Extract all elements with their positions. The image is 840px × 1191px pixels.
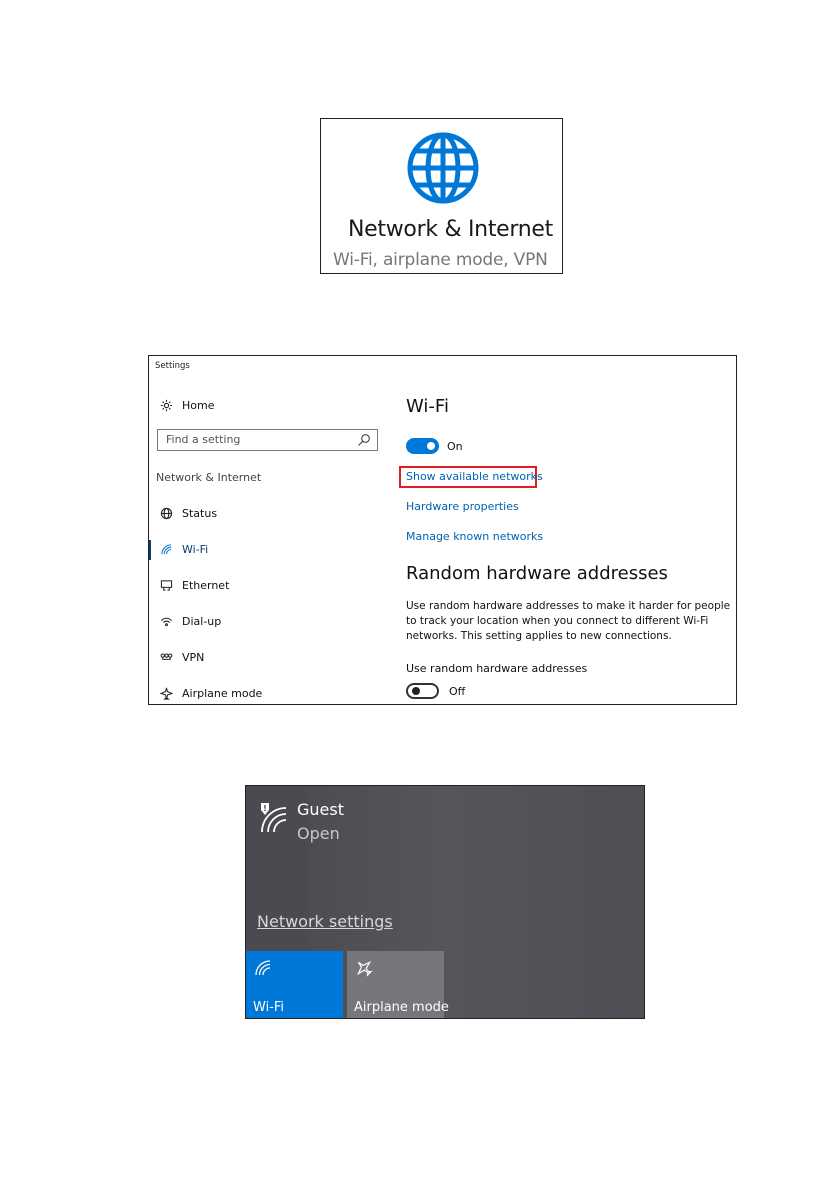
sidebar-item-label: Status (182, 506, 218, 520)
sidebar-item-label: Dial-up (182, 614, 222, 628)
sidebar-item-wifi[interactable]: Wi-Fi (159, 542, 208, 556)
hardware-properties-link[interactable]: Hardware properties (406, 500, 519, 513)
sidebar-item-label: Airplane mode (182, 686, 263, 700)
search-placeholder: Find a setting (166, 433, 241, 446)
home-nav[interactable]: Home (159, 398, 214, 412)
dialup-icon (159, 614, 173, 628)
section-description: Use random hardware addresses to make it… (406, 600, 731, 642)
ethernet-icon (159, 578, 173, 592)
airplane-mode-quick-tile[interactable]: Airplane mode (347, 951, 449, 1018)
active-indicator (149, 540, 151, 560)
sidebar-item-dialup[interactable]: Dial-up (159, 614, 221, 628)
sidebar-item-airplane[interactable]: Airplane mode (159, 686, 262, 700)
wifi-icon (255, 960, 271, 976)
sidebar-item-label: Ethernet (182, 578, 230, 592)
random-address-toggle-label: Off (449, 685, 466, 698)
network-flyout: ! Guest Open Network settings Wi-Fi Airp… (245, 785, 645, 1019)
network-internet-tile[interactable]: Network & Internet Wi-Fi, airplane mode,… (320, 118, 563, 274)
gear-icon (159, 398, 173, 412)
tile-title: Network & Internet (348, 217, 553, 242)
sidebar-item-label: Wi-Fi (182, 542, 209, 556)
manage-known-networks-link[interactable]: Manage known networks (406, 530, 543, 543)
airplane-icon (357, 961, 373, 977)
sidebar-item-ethernet[interactable]: Ethernet (159, 578, 229, 592)
globe-status-icon (159, 506, 173, 520)
page-title: Wi-Fi (406, 396, 449, 417)
window-title: Settings (155, 361, 190, 371)
section-label: Network & Internet (156, 471, 262, 484)
tile-label: Airplane mode (354, 1000, 449, 1015)
sidebar-item-vpn[interactable]: VPN (159, 650, 204, 664)
network-name[interactable]: Guest (297, 800, 344, 819)
sidebar-item-label: VPN (182, 650, 205, 664)
tile-subtitle: Wi-Fi, airplane mode, VPN (333, 250, 548, 270)
home-label: Home (182, 398, 215, 412)
svg-text:!: ! (263, 804, 267, 813)
airplane-icon (159, 686, 173, 700)
settings-window: Settings Home Find a setting Network & I… (148, 355, 737, 705)
sidebar-item-status[interactable]: Status (159, 506, 217, 520)
wifi-quick-tile[interactable]: Wi-Fi (246, 951, 343, 1018)
wifi-icon (159, 542, 173, 556)
wifi-secured-warning-icon[interactable]: ! (258, 800, 288, 834)
random-address-toggle[interactable] (406, 683, 439, 699)
setting-label: Use random hardware addresses (406, 662, 588, 675)
search-icon (358, 434, 370, 446)
show-available-networks-link[interactable]: Show available networks (406, 470, 543, 483)
vpn-icon (159, 650, 173, 664)
globe-icon (407, 132, 479, 204)
wifi-toggle[interactable] (406, 438, 439, 454)
network-status: Open (297, 824, 340, 843)
search-input[interactable]: Find a setting (157, 429, 378, 451)
network-settings-link[interactable]: Network settings (257, 912, 393, 931)
wifi-toggle-label: On (447, 440, 463, 453)
section-heading: Random hardware addresses (406, 563, 668, 584)
tile-label: Wi-Fi (253, 1000, 285, 1015)
